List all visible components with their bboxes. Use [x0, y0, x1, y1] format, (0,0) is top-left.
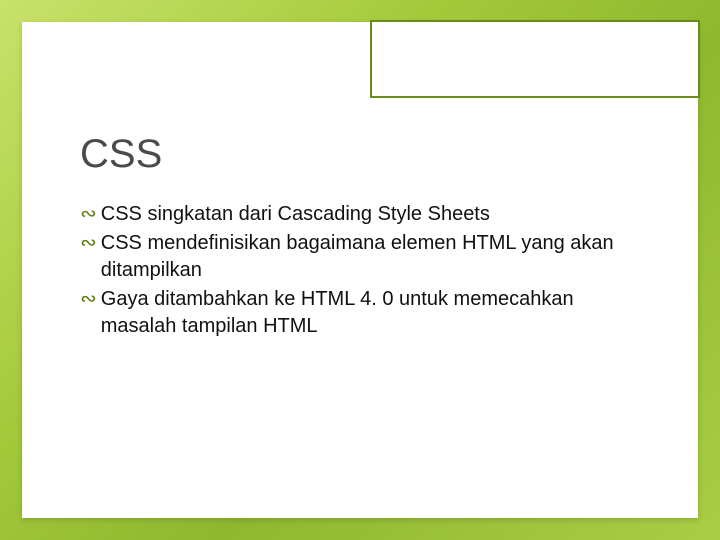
bullet-text: Gaya ditambahkan ke HTML 4. 0 untuk meme… [101, 286, 648, 340]
list-item: ∾ Gaya ditambahkan ke HTML 4. 0 untuk me… [80, 286, 648, 340]
list-item: ∾ CSS singkatan dari Cascading Style She… [80, 201, 648, 228]
slide-title: CSS [80, 132, 648, 177]
bullet-icon: ∾ [80, 286, 97, 313]
slide-card: CSS ∾ CSS singkatan dari Cascading Style… [22, 22, 698, 518]
bullet-text: CSS mendefinisikan bagaimana elemen HTML… [101, 230, 648, 284]
header-accent-box [370, 20, 700, 98]
slide-body: ∾ CSS singkatan dari Cascading Style She… [80, 201, 648, 340]
slide-background: CSS ∾ CSS singkatan dari Cascading Style… [0, 0, 720, 540]
bullet-icon: ∾ [80, 201, 97, 228]
slide-content: CSS ∾ CSS singkatan dari Cascading Style… [80, 132, 648, 342]
bullet-icon: ∾ [80, 230, 97, 257]
bullet-text: CSS singkatan dari Cascading Style Sheet… [101, 201, 648, 228]
list-item: ∾ CSS mendefinisikan bagaimana elemen HT… [80, 230, 648, 284]
